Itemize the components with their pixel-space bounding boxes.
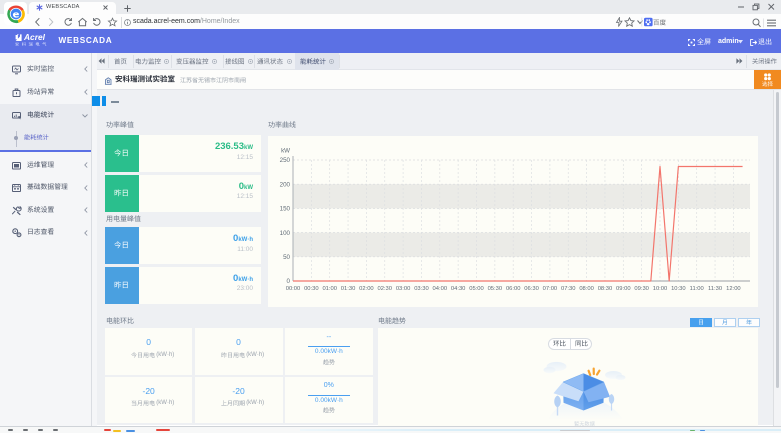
svg-text:05:00: 05:00 [469, 286, 484, 292]
svg-text:08:30: 08:30 [598, 286, 613, 292]
svg-text:11:30: 11:30 [708, 286, 722, 292]
svg-text:00:00: 00:00 [286, 286, 301, 292]
svg-text:02:30: 02:30 [377, 286, 392, 292]
svg-text:09:00: 09:00 [616, 286, 631, 292]
svg-text:50: 50 [283, 254, 290, 261]
svg-text:100: 100 [280, 230, 291, 237]
svg-text:01:30: 01:30 [341, 286, 356, 292]
svg-text:02:00: 02:00 [359, 286, 374, 292]
svg-text:kW: kW [281, 148, 290, 155]
svg-text:150: 150 [280, 206, 291, 213]
svg-text:07:00: 07:00 [543, 286, 558, 292]
svg-text:09:30: 09:30 [634, 286, 649, 292]
svg-text:250: 250 [280, 157, 291, 164]
svg-text:07:30: 07:30 [561, 286, 576, 292]
svg-text:00:30: 00:30 [304, 286, 319, 292]
svg-text:03:30: 03:30 [414, 286, 429, 292]
svg-text:04:00: 04:00 [433, 286, 448, 292]
svg-text:05:30: 05:30 [488, 286, 503, 292]
svg-text:08:00: 08:00 [579, 286, 594, 292]
svg-text:03:00: 03:00 [396, 286, 411, 292]
svg-text:10:00: 10:00 [653, 286, 668, 292]
svg-text:10:30: 10:30 [671, 286, 686, 292]
svg-text:01:00: 01:00 [322, 286, 337, 292]
svg-text:11:00: 11:00 [690, 286, 704, 292]
svg-text:0: 0 [287, 278, 291, 285]
svg-text:200: 200 [280, 181, 291, 188]
svg-text:12:00: 12:00 [726, 286, 741, 292]
svg-text:04:30: 04:30 [451, 286, 466, 292]
svg-text:06:00: 06:00 [506, 286, 521, 292]
svg-text:06:30: 06:30 [524, 286, 539, 292]
